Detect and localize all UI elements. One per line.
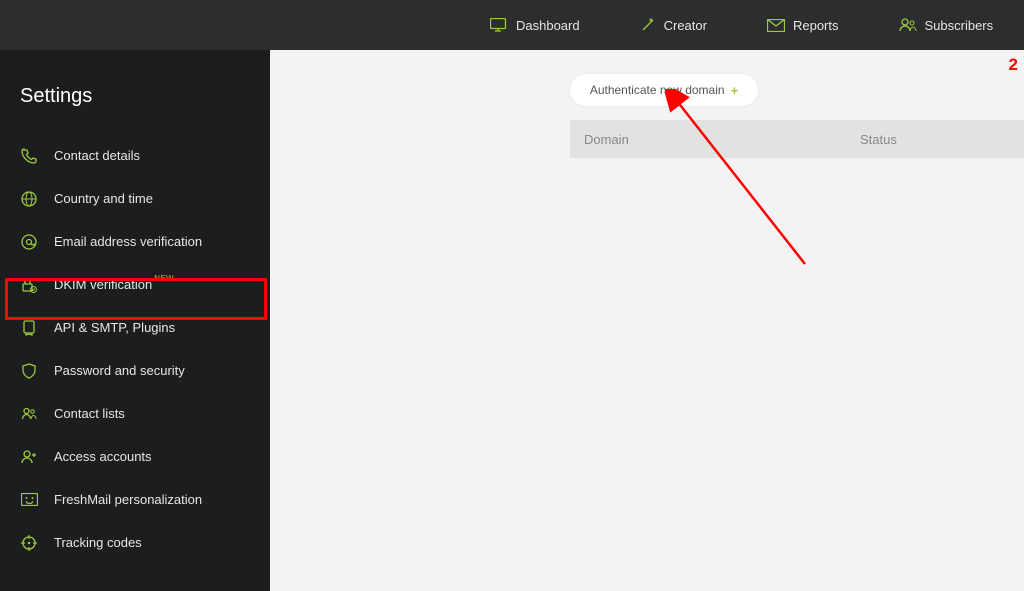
sidebar-item-label: FreshMail personalization [54, 492, 202, 507]
sidebar-item-label: Access accounts [54, 449, 152, 464]
nav-label: Creator [664, 18, 707, 33]
wand-icon [640, 17, 656, 33]
nav-label: Dashboard [516, 18, 580, 33]
sidebar-item-contact-lists[interactable]: Contact lists [0, 392, 270, 435]
sidebar-item-label: Password and security [54, 363, 185, 378]
settings-list: Contact details Country and time Email a… [0, 134, 270, 564]
shield-icon [20, 362, 38, 380]
mail-stat-icon [767, 19, 785, 32]
top-nav: Dashboard Creator Reports Subscribers [0, 0, 1024, 50]
people-icon [20, 405, 38, 423]
new-badge: NEW [154, 274, 174, 283]
plus-icon: + [731, 83, 739, 98]
nav-subscribers[interactable]: Subscribers [899, 18, 994, 33]
sidebar-item-access-accounts[interactable]: Access accounts [0, 435, 270, 478]
sidebar-title: Settings [0, 85, 270, 128]
nav-label: Reports [793, 18, 839, 33]
authenticate-domain-label: Authenticate new domain [590, 83, 725, 97]
target-icon [20, 534, 38, 552]
sidebar-item-api-smtp[interactable]: API & SMTP, Plugins [0, 306, 270, 349]
mail-face-icon [20, 491, 38, 509]
sidebar-item-label: DKIM verification [54, 277, 152, 292]
lock-check-icon [20, 276, 38, 294]
people-icon [899, 18, 917, 32]
sidebar-item-password-security[interactable]: Password and security [0, 349, 270, 392]
phone-icon [20, 147, 38, 165]
sidebar-item-label: Contact details [54, 148, 140, 163]
sidebar-item-personalization[interactable]: FreshMail personalization [0, 478, 270, 521]
nav-reports[interactable]: Reports [767, 18, 839, 33]
authenticate-domain-button[interactable]: Authenticate new domain + [570, 74, 758, 106]
sidebar-item-email-verification[interactable]: Email address verification [0, 220, 270, 263]
sidebar-item-tracking-codes[interactable]: Tracking codes [0, 521, 270, 564]
annotation-step-number: 2 [1009, 55, 1018, 75]
globe-icon [20, 190, 38, 208]
sidebar-item-country-time[interactable]: Country and time [0, 177, 270, 220]
sidebar-item-label: Email address verification [54, 234, 202, 249]
nav-creator[interactable]: Creator [640, 17, 707, 33]
settings-sidebar: Settings Contact details Country and tim… [0, 50, 270, 591]
person-auth-icon [20, 448, 38, 466]
sidebar-item-label: Country and time [54, 191, 153, 206]
sidebar-item-dkim-verification[interactable]: DKIM verification NEW [0, 263, 270, 306]
column-domain: Domain [570, 132, 860, 147]
badge-icon [20, 319, 38, 337]
at-icon [20, 233, 38, 251]
nav-label: Subscribers [925, 18, 994, 33]
sidebar-item-label: Contact lists [54, 406, 125, 421]
sidebar-item-label: API & SMTP, Plugins [54, 320, 175, 335]
monitor-icon [490, 18, 508, 32]
column-status: Status [860, 132, 897, 147]
main-content: Authenticate new domain + Domain Status [270, 50, 1024, 591]
domain-table-header: Domain Status [570, 120, 1024, 158]
nav-dashboard[interactable]: Dashboard [490, 18, 580, 33]
sidebar-item-label: Tracking codes [54, 535, 142, 550]
sidebar-item-contact-details[interactable]: Contact details [0, 134, 270, 177]
